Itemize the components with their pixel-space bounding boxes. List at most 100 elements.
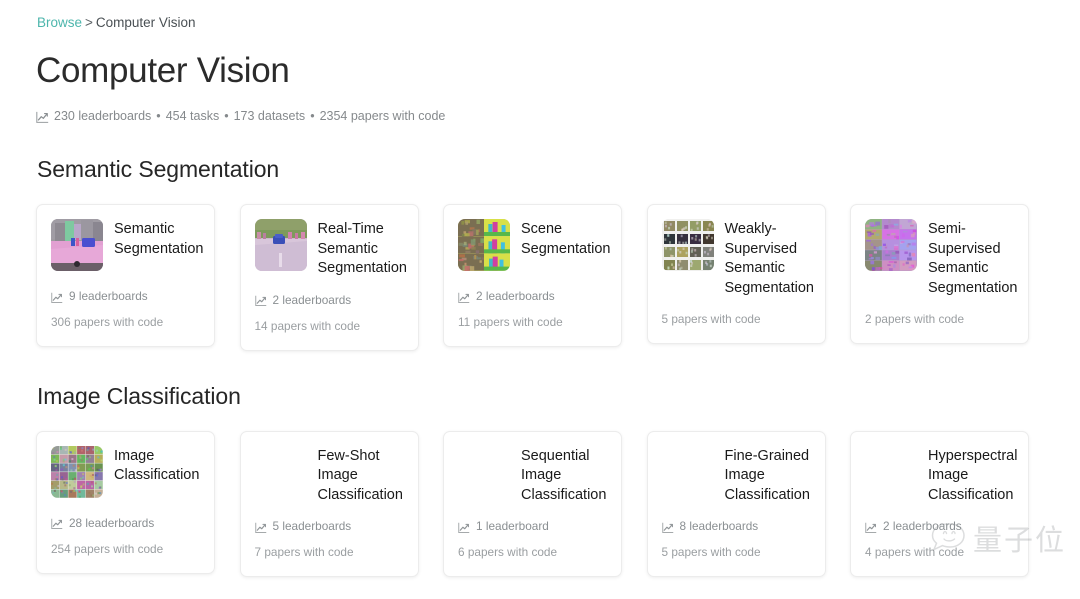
card-stats: 28 leaderboards 254 papers with code	[51, 516, 200, 557]
card-title: Fine-Grained Image Classification	[724, 447, 810, 503]
task-thumbnail-placeholder	[255, 446, 307, 498]
card-papers-stat: 4 papers with code	[865, 545, 1014, 560]
card-head: Hyperspectral Image Classification	[865, 446, 1018, 506]
card-papers-stat: 6 papers with code	[458, 545, 607, 560]
card-stats: 2 leaderboards 11 papers with code	[458, 289, 607, 330]
card-papers-stat: 14 papers with code	[255, 319, 404, 334]
card-title: Weakly-Supervised Semantic Segmentation	[724, 221, 814, 296]
line-chart-icon	[254, 295, 267, 307]
task-card[interactable]: Sequential Image Classification 1 leader…	[443, 430, 622, 577]
stat-dot-2: •	[224, 109, 229, 123]
card-papers-stat: 5 papers with code	[662, 545, 811, 560]
stat-dot-1: •	[156, 109, 161, 123]
page-title: Computer Vision	[36, 51, 290, 90]
line-chart-icon	[254, 522, 267, 534]
sections-host: Semantic Segmentation Semantic Segmentat…	[36, 154, 1044, 577]
card-papers-label: 5 papers with code	[661, 545, 761, 559]
section-title: Image Classification	[37, 382, 241, 409]
stat-leaderboards: 230 leaderboards	[54, 109, 152, 123]
card-head: Semantic Segmentation	[51, 219, 204, 275]
photo-grid-thumb	[661, 219, 714, 271]
task-thumbnail-placeholder	[865, 446, 917, 498]
task-thumbnail-placeholder	[458, 446, 510, 498]
card-stats: 2 leaderboards 4 papers with code	[865, 519, 1014, 560]
card-leaderboards-stat: 9 leaderboards	[51, 289, 200, 304]
card-papers-label: 2 papers with code	[865, 312, 965, 326]
section: Image Classification Image Classification…	[36, 381, 1044, 577]
stat-tasks: 454 tasks	[165, 109, 220, 123]
photo-mosaic-thumb	[51, 445, 103, 498]
task-card[interactable]: Few-Shot Image Classification 5 leaderbo…	[239, 430, 419, 577]
task-card[interactable]: Image Classification 28 leaderboards 254 …	[36, 430, 215, 574]
card-leaderboards-label: 8 leaderboards	[679, 519, 759, 533]
task-card[interactable]: Real-Time Semantic Segmentation 2 leader…	[239, 204, 419, 351]
stat-datasets: 173 datasets	[233, 109, 306, 123]
card-title: Semantic Segmentation	[114, 221, 204, 257]
card-leaderboards-label: 28 leaderboards	[69, 515, 155, 530]
card-leaderboards-label: 2 leaderboards	[883, 519, 962, 533]
task-thumbnail-placeholder	[662, 446, 714, 498]
card-papers-label: 5 papers with code	[661, 312, 761, 326]
card-stats: 5 leaderboards 7 papers with code	[255, 519, 404, 560]
breadcrumb-current: Computer Vision	[95, 15, 196, 30]
task-card[interactable]: Hyperspectral Image Classification 2 lea…	[850, 430, 1029, 577]
line-chart-icon	[51, 292, 63, 304]
card-leaderboards-stat: 2 leaderboards	[458, 289, 607, 304]
card-leaderboards-stat: 2 leaderboards	[865, 519, 1014, 534]
section-title: Semantic Segmentation	[37, 156, 280, 182]
card-head: Real-Time Semantic Segmentation	[254, 219, 407, 279]
card-papers-label: 254 papers with code	[51, 541, 164, 556]
card-leaderboards-label: 5 leaderboards	[272, 519, 352, 533]
card-title: Hyperspectral Image Classification	[928, 447, 1018, 503]
task-card[interactable]: Semi-Supervised Semantic Segmentation 2 p…	[850, 204, 1029, 344]
line-chart-icon	[51, 518, 63, 530]
road-scene-segmentation-thumb	[254, 219, 307, 271]
card-papers-label: 7 papers with code	[254, 545, 354, 559]
card-head: Semi-Supervised Semantic Segmentation	[865, 219, 1017, 298]
card-stats: 1 leaderboard 6 papers with code	[458, 519, 607, 560]
card-leaderboards-label: 2 leaderboards	[476, 289, 555, 303]
card-papers-label: 14 papers with code	[254, 318, 361, 333]
card-head: Scene Segmentation	[458, 219, 611, 275]
task-card[interactable]: Fine-Grained Image Classification 8 lead…	[646, 430, 826, 577]
card-leaderboards-stat: 28 leaderboards	[51, 516, 200, 531]
card-papers-label: 4 papers with code	[865, 545, 965, 559]
page-stats: 230 leaderboards • 454 tasks • 173 datas…	[36, 108, 1044, 124]
stat-papers: 2354 papers with code	[319, 109, 446, 123]
card-leaderboards-stat: 2 leaderboards	[254, 292, 404, 308]
scene-grid-thumb	[458, 219, 510, 271]
line-chart-icon	[458, 522, 470, 534]
card-leaderboards-label: 2 leaderboards	[272, 292, 352, 307]
stat-dot-3: •	[310, 109, 315, 123]
card-head: Image Classification	[51, 445, 200, 502]
breadcrumb-separator: >	[85, 15, 93, 30]
task-card[interactable]: Scene Segmentation 2 leaderboards 11 pape…	[443, 204, 622, 347]
card-leaderboards-stat: 1 leaderboard	[458, 519, 607, 534]
card-row: Semantic Segmentation 9 leaderboards 306 …	[36, 204, 1044, 351]
card-papers-stat: 5 papers with code	[662, 312, 811, 327]
card-stats: 2 leaderboards 14 papers with code	[255, 293, 404, 334]
card-papers-stat: 254 papers with code	[51, 542, 200, 557]
card-leaderboards-label: 9 leaderboards	[69, 289, 148, 303]
breadcrumb-link-browse[interactable]: Browse	[37, 15, 82, 30]
breadcrumb: Browse > Computer Vision	[37, 14, 1044, 32]
card-stats: 5 papers with code	[662, 312, 811, 327]
task-card[interactable]: Weakly-Supervised Semantic Segmentation 5…	[646, 204, 826, 344]
card-papers-stat: 2 papers with code	[865, 312, 1014, 327]
line-chart-icon	[865, 522, 877, 534]
card-title: Few-Shot Image Classification	[317, 447, 403, 503]
card-head: Few-Shot Image Classification	[255, 446, 404, 506]
card-papers-stat: 306 papers with code	[51, 315, 200, 330]
card-title: Scene Segmentation	[521, 221, 611, 257]
card-title: Image Classification	[114, 447, 200, 484]
card-leaderboards-stat: 5 leaderboards	[254, 519, 404, 534]
card-papers-stat: 11 papers with code	[458, 315, 607, 330]
line-chart-icon	[36, 111, 49, 124]
task-card[interactable]: Semantic Segmentation 9 leaderboards 306 …	[36, 204, 215, 347]
card-papers-label: 11 papers with code	[458, 315, 563, 329]
card-papers-stat: 7 papers with code	[255, 545, 404, 560]
card-head: Fine-Grained Image Classification	[662, 446, 811, 506]
card-head: Sequential Image Classification	[458, 446, 607, 506]
card-row: Image Classification 28 leaderboards 254 …	[36, 430, 1044, 577]
page-container: Browse > Computer Vision Computer Vision 2…	[0, 0, 1080, 585]
